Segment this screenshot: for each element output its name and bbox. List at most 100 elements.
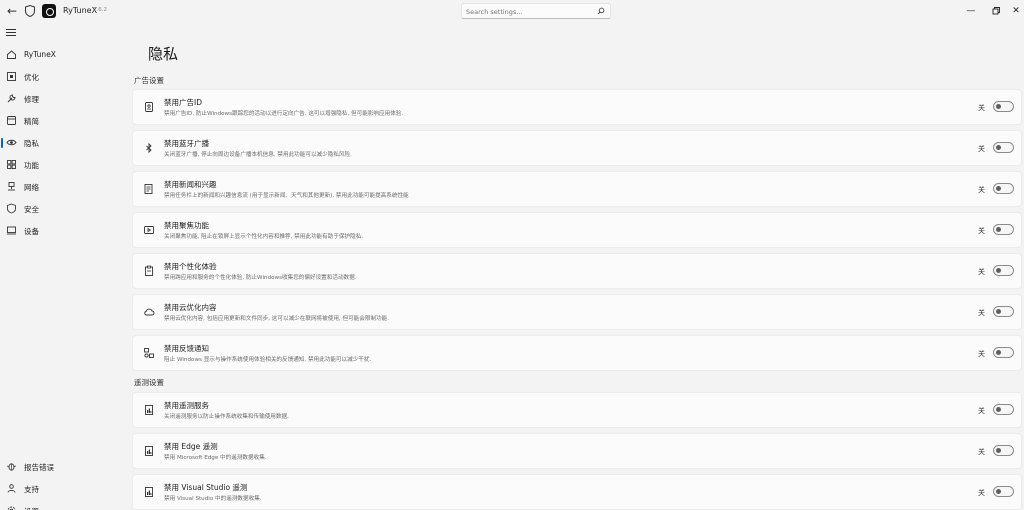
setting-description: 禁用广告ID, 防止Windows跟踪您的活动以进行定向广告, 这可以增强隐私,… xyxy=(164,111,404,117)
toggle-switch[interactable] xyxy=(993,306,1014,317)
toggle-state-label: 关 xyxy=(978,227,985,235)
home-icon xyxy=(6,49,17,60)
settings-icon xyxy=(6,505,17,510)
setting-description: 关闭蓝牙广播, 停止向周边设备广播本机信息, 禁用此功能可以减少隐私风险. xyxy=(164,152,352,158)
close-button[interactable]: ✕ xyxy=(1009,4,1023,18)
setting-description: 关闭遥测服务以防止操作系统收集和传输使用数据. xyxy=(164,414,289,420)
setting-card-disable-feedback-notifications: 禁用反馈通知 阻止 Windows 显示与操作系统使用体验相关的反馈通知, 禁用… xyxy=(132,335,1022,371)
sidebar-item-label: 报告错误 xyxy=(24,463,54,472)
sidebar-item-label: 网络 xyxy=(24,183,39,192)
setting-card-disable-bluetooth-advertising: 禁用蓝牙广播 关闭蓝牙广播, 停止向周边设备广播本机信息, 禁用此功能可以减少隐… xyxy=(132,130,1022,166)
maximize-button[interactable] xyxy=(989,4,1003,18)
device-icon xyxy=(6,225,17,236)
setting-title: 禁用反馈通知 xyxy=(164,344,209,353)
sidebar-item-home[interactable]: RyTuneX xyxy=(0,46,118,64)
back-arrow-icon[interactable]: ← xyxy=(5,4,19,18)
setting-description: 关闭聚焦功能, 阻止在锁屏上显示个性化内容和推荐, 禁用此功能有助于保护隐私. xyxy=(164,234,364,240)
network-icon xyxy=(6,181,17,192)
sidebar: RyTuneX 优化 修理 精简 隐私 功能 网络 安全 设备 报告错误 支持 xyxy=(0,24,120,510)
sidebar-item-settings[interactable]: 设置 xyxy=(0,502,118,510)
telemetry-icon xyxy=(143,445,155,457)
telemetry-icon xyxy=(143,486,155,498)
setting-title: 禁用蓝牙广播 xyxy=(164,139,209,148)
minimize-button[interactable]: — xyxy=(964,4,978,18)
search-box[interactable] xyxy=(461,3,611,19)
section-title-telemetry: 遥测设置 xyxy=(134,378,164,387)
bluetooth-icon xyxy=(143,142,155,154)
eye-icon xyxy=(6,137,17,148)
sidebar-item-privacy[interactable]: 隐私 xyxy=(0,134,118,152)
sidebar-item-label: 设置 xyxy=(24,506,39,510)
toggle-state-label: 关 xyxy=(978,145,985,153)
sidebar-item-features[interactable]: 功能 xyxy=(0,156,118,174)
setting-card-disable-visual-studio-telemetry: 禁用 Visual Studio 遥测 禁用 Visual Studio 中的遥… xyxy=(132,474,1022,510)
toggle-switch[interactable] xyxy=(993,183,1014,194)
toggle-state-label: 关 xyxy=(978,407,985,415)
debloat-icon xyxy=(6,115,17,126)
sidebar-item-label: 设备 xyxy=(24,227,39,236)
spotlight-icon xyxy=(143,224,155,236)
setting-title: 禁用 Edge 遥测 xyxy=(164,442,218,451)
sidebar-item-support[interactable]: 支持 xyxy=(0,480,118,498)
toggle-switch[interactable] xyxy=(993,224,1014,235)
toggle-state-label: 关 xyxy=(978,350,985,358)
sidebar-item-label: 安全 xyxy=(24,205,39,214)
setting-title: 禁用聚焦功能 xyxy=(164,221,209,230)
toggle-state-label: 关 xyxy=(978,489,985,497)
setting-title: 禁用新闻和兴趣 xyxy=(164,180,217,189)
setting-card-disable-spotlight: 禁用聚焦功能 关闭聚焦功能, 阻止在锁屏上显示个性化内容和推荐, 禁用此功能有助… xyxy=(132,212,1022,248)
toggle-switch[interactable] xyxy=(993,404,1014,415)
sidebar-item-label: 隐私 xyxy=(24,139,39,148)
toggle-switch[interactable] xyxy=(993,486,1014,497)
sidebar-item-device[interactable]: 设备 xyxy=(0,222,118,240)
app-logo-icon xyxy=(42,4,56,18)
toggle-switch[interactable] xyxy=(993,347,1014,358)
sidebar-item-label: 功能 xyxy=(24,161,39,170)
sidebar-item-label: 修理 xyxy=(24,95,39,104)
feedback-icon xyxy=(143,347,155,359)
toggle-switch[interactable] xyxy=(993,445,1014,456)
toggle-switch[interactable] xyxy=(993,265,1014,276)
support-icon xyxy=(6,483,17,494)
bug-icon xyxy=(6,461,17,472)
sidebar-item-label: 优化 xyxy=(24,73,39,82)
setting-card-disable-telemetry-service: 禁用遥测服务 关闭遥测服务以防止操作系统收集和传输使用数据. 关 xyxy=(132,392,1022,428)
shield-icon xyxy=(6,203,17,214)
search-icon[interactable] xyxy=(597,7,605,15)
id-badge-icon xyxy=(143,101,155,113)
setting-card-disable-personalized-experience: 禁用个性化体验 禁用跨应用和服务的个性化体验, 防止Windows收集您的偏好设… xyxy=(132,253,1022,289)
toggle-state-label: 关 xyxy=(978,104,985,112)
cloud-icon xyxy=(143,306,155,318)
sidebar-item-network[interactable]: 网络 xyxy=(0,178,118,196)
setting-title: 禁用个性化体验 xyxy=(164,262,217,271)
hamburger-menu-icon[interactable] xyxy=(6,29,16,39)
optimize-icon xyxy=(6,71,17,82)
app-name: RyTuneX xyxy=(63,6,98,15)
setting-description: 阻止 Windows 显示与操作系统使用体验相关的反馈通知, 禁用此功能可以减少… xyxy=(164,357,372,363)
sidebar-item-report-bug[interactable]: 报告错误 xyxy=(0,458,118,476)
clipboard-icon xyxy=(143,265,155,277)
sidebar-item-label: 支持 xyxy=(24,485,39,494)
setting-description: 禁用 Visual Studio 中的遥测数据收集. xyxy=(164,496,262,502)
sidebar-item-debloat[interactable]: 精简 xyxy=(0,112,118,130)
setting-card-disable-cloud-optimized-content: 禁用云优化内容 禁用云优化内容, 包括应用更新和文件同步, 这可以减少在联网将被… xyxy=(132,294,1022,330)
search-input[interactable] xyxy=(466,6,591,17)
setting-card-disable-edge-telemetry: 禁用 Edge 遥测 禁用 Microsoft Edge 中的遥测数据收集. 关 xyxy=(132,433,1022,469)
setting-description: 禁用 Microsoft Edge 中的遥测数据收集. xyxy=(164,455,267,461)
toggle-state-label: 关 xyxy=(978,268,985,276)
sidebar-item-repair[interactable]: 修理 xyxy=(0,90,118,108)
news-icon xyxy=(143,183,155,195)
setting-description: 禁用任务栏上的新闻和兴趣信息流 (用于显示新闻、天气和其他更新), 禁用此功能可… xyxy=(164,193,409,199)
setting-title: 禁用遥测服务 xyxy=(164,401,209,410)
shield-icon xyxy=(23,4,37,18)
title-bar: ← RyTuneX 1.6.2 — ✕ xyxy=(0,0,1024,24)
toggle-switch[interactable] xyxy=(993,101,1014,112)
setting-description: 禁用云优化内容, 包括应用更新和文件同步, 这可以减少在联网将被使用, 但可能会… xyxy=(164,316,390,322)
sidebar-item-optimize[interactable]: 优化 xyxy=(0,68,118,86)
toggle-switch[interactable] xyxy=(993,142,1014,153)
toggle-state-label: 关 xyxy=(978,186,985,194)
toggle-state-label: 关 xyxy=(978,309,985,317)
setting-title: 禁用广告ID xyxy=(164,98,202,107)
toggle-state-label: 关 xyxy=(978,448,985,456)
sidebar-item-security[interactable]: 安全 xyxy=(0,200,118,218)
